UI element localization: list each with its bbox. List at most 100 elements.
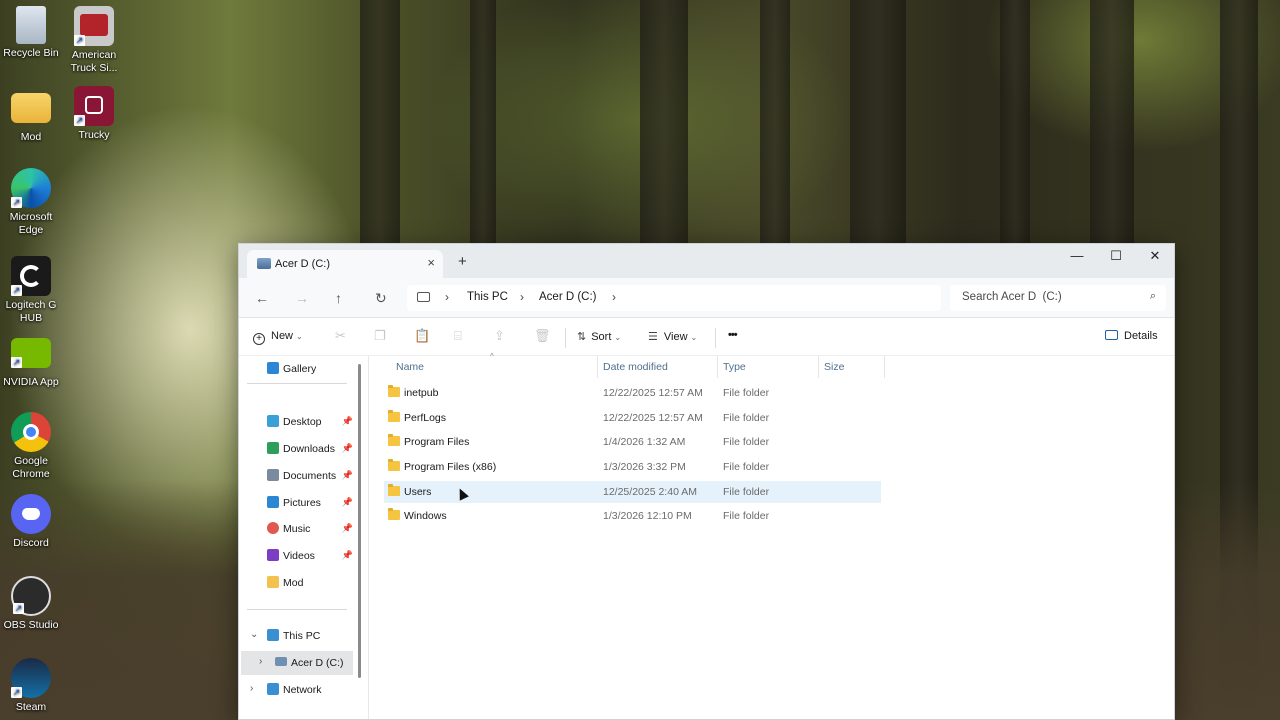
- desktop-icon-mod[interactable]: Mod: [0, 88, 62, 144]
- column-divider[interactable]: [717, 356, 718, 378]
- desktop-icon-label: American Truck Si...: [70, 49, 118, 74]
- breadcrumb-this-pc[interactable]: This PC: [467, 291, 508, 303]
- pin-icon[interactable]: 📌: [342, 443, 353, 454]
- copy-icon[interactable]: ❐: [374, 328, 386, 344]
- pin-icon[interactable]: 📌: [342, 497, 353, 508]
- desktop-icon-nvidia-app[interactable]: ↗ NVIDIA App: [0, 336, 62, 389]
- file-row[interactable]: Program Files 1/4/2026 1:32 AM File fold…: [384, 431, 881, 453]
- forward-button[interactable]: →: [295, 290, 309, 306]
- details-pane-icon: [1105, 330, 1118, 340]
- pin-icon[interactable]: 📌: [342, 470, 353, 481]
- desktop-icon-label: OBS Studio: [3, 619, 59, 631]
- pin-icon[interactable]: 📌: [342, 523, 353, 534]
- rename-icon[interactable]: ⌸: [454, 328, 462, 344]
- ats-icon: ↗: [74, 6, 114, 46]
- more-options-button[interactable]: •••: [728, 329, 738, 341]
- file-name: Users: [404, 486, 432, 498]
- chevron-right-icon[interactable]: ›: [612, 290, 616, 304]
- desktop-icon-chrome[interactable]: Google Chrome: [0, 412, 62, 481]
- sidebar-item-mod[interactable]: Mod: [239, 571, 355, 595]
- desktop-icon-label: Recycle Bin: [3, 47, 59, 59]
- details-button-label: Details: [1124, 330, 1158, 342]
- tab-acer-d[interactable]: Acer D (C:) ×: [247, 250, 443, 278]
- chevron-right-icon[interactable]: ›: [250, 683, 253, 694]
- details-button[interactable]: Details: [1105, 330, 1158, 342]
- file-list: ^ Name Date modified Type Size inetpub 1…: [384, 352, 1174, 719]
- chevron-right-icon: ›: [520, 290, 524, 304]
- desktop-icon: [267, 415, 279, 427]
- chrome-icon: [11, 412, 51, 452]
- cut-icon[interactable]: ✂: [335, 328, 346, 344]
- file-date-modified: 12/22/2025 12:57 AM: [603, 412, 703, 424]
- maximize-button[interactable]: ☐: [1096, 244, 1136, 268]
- file-row[interactable]: Windows 1/3/2026 12:10 PM File folder: [384, 505, 881, 527]
- column-header-type[interactable]: Type: [723, 361, 746, 373]
- desktop-icon-obs-studio[interactable]: ↗ OBS Studio: [0, 576, 62, 632]
- paste-icon[interactable]: 📋: [414, 328, 430, 344]
- up-button[interactable]: ↑: [335, 290, 342, 306]
- column-divider[interactable]: [818, 356, 819, 378]
- column-header-date-modified[interactable]: Date modified: [603, 361, 668, 373]
- desktop-icon-american-truck-simulator[interactable]: ↗ American Truck Si...: [63, 6, 125, 75]
- search-box[interactable]: ⌕: [950, 285, 1166, 311]
- title-bar: Acer D (C:) × + — ☐ ✕: [239, 244, 1174, 278]
- file-type: File folder: [723, 387, 770, 399]
- new-button[interactable]: + New ⌄: [253, 330, 303, 345]
- sidebar-item-gallery[interactable]: Gallery: [239, 357, 355, 381]
- desktop-icon-edge[interactable]: ↗ Microsoft Edge: [0, 168, 62, 237]
- file-date-modified: 12/22/2025 12:57 AM: [603, 387, 703, 399]
- sidebar-item-desktop[interactable]: Desktop 📌: [239, 410, 355, 434]
- tab-close-icon[interactable]: ×: [427, 255, 435, 270]
- desktop-icon-trucky[interactable]: ↗ Trucky: [63, 86, 125, 142]
- sidebar-item-pictures[interactable]: Pictures 📌: [239, 491, 355, 515]
- explorer-content: Gallery Desktop 📌 Downloads 📌 Documents …: [239, 352, 1174, 719]
- file-row[interactable]: inetpub 12/22/2025 12:57 AM File folder: [384, 382, 881, 404]
- desktop-icon-discord[interactable]: Discord: [0, 494, 62, 550]
- sort-icon: ⇅: [577, 331, 587, 343]
- sidebar-item-network[interactable]: › Network: [239, 678, 355, 702]
- column-header-size[interactable]: Size: [824, 361, 844, 373]
- discord-icon: [11, 494, 51, 534]
- ghub-icon: ↗: [11, 256, 51, 296]
- pin-icon[interactable]: 📌: [342, 416, 353, 427]
- desktop-icon-steam[interactable]: ↗ Steam: [0, 658, 62, 714]
- folder-icon: [267, 576, 279, 588]
- pane-splitter[interactable]: [368, 356, 369, 719]
- back-button[interactable]: ←: [255, 290, 269, 306]
- sidebar-item-music[interactable]: Music 📌: [239, 517, 355, 541]
- breadcrumb-acer-d[interactable]: Acer D (C:): [539, 291, 597, 303]
- sidebar-item-downloads[interactable]: Downloads 📌: [239, 437, 355, 461]
- desktop-icon-recycle-bin[interactable]: Recycle Bin: [0, 6, 62, 60]
- sidebar-item-this-pc[interactable]: ⌄ This PC: [239, 624, 355, 648]
- delete-icon[interactable]: 🗑: [534, 328, 551, 344]
- share-icon[interactable]: ⇪: [494, 328, 505, 344]
- desktop-icon-logitech-ghub[interactable]: ↗ Logitech G HUB: [0, 256, 62, 325]
- chevron-down-icon[interactable]: ⌄: [250, 629, 258, 640]
- navigation-pane: Gallery Desktop 📌 Downloads 📌 Documents …: [239, 356, 355, 719]
- column-divider[interactable]: [884, 356, 885, 378]
- sidebar-item-videos[interactable]: Videos 📌: [239, 544, 355, 568]
- new-tab-button[interactable]: +: [458, 253, 467, 270]
- minimize-button[interactable]: —: [1057, 244, 1097, 268]
- folder-icon: [388, 484, 400, 496]
- close-window-button[interactable]: ✕: [1135, 244, 1174, 268]
- search-icon[interactable]: ⌕: [1150, 290, 1156, 303]
- view-button[interactable]: ☰ View ⌄: [648, 330, 697, 343]
- column-header-name[interactable]: Name: [396, 361, 424, 373]
- search-input[interactable]: [962, 291, 1132, 303]
- sidebar-item-acer-d[interactable]: › Acer D (C:): [241, 651, 353, 675]
- chevron-right-icon: ›: [445, 290, 449, 304]
- file-row[interactable]: Program Files (x86) 1/3/2026 3:32 PM Fil…: [384, 456, 881, 478]
- file-row[interactable]: PerfLogs 12/22/2025 12:57 AM File folder: [384, 407, 881, 429]
- chevron-right-icon[interactable]: ›: [259, 656, 262, 667]
- address-bar[interactable]: › This PC › Acer D (C:) ›: [407, 285, 941, 311]
- sidebar-scrollbar[interactable]: [358, 364, 361, 678]
- pin-icon[interactable]: 📌: [342, 550, 353, 561]
- refresh-button[interactable]: ↻: [375, 290, 387, 307]
- sidebar-item-documents[interactable]: Documents 📌: [239, 464, 355, 488]
- column-divider[interactable]: [597, 356, 598, 378]
- file-name: Program Files (x86): [404, 461, 497, 473]
- sort-button[interactable]: ⇅ Sort ⌄: [577, 330, 621, 343]
- file-name: Windows: [404, 510, 447, 522]
- sidebar-item-label: Downloads: [283, 443, 335, 455]
